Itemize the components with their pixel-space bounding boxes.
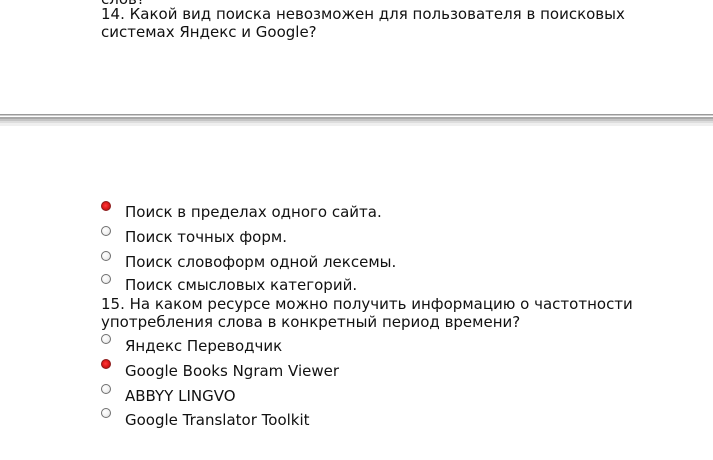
q14-option-2-label: Поиск точных форм.	[125, 228, 287, 246]
radio-button[interactable]	[101, 408, 111, 418]
q14-option-1-label: Поиск в пределах одного сайта.	[125, 203, 382, 221]
q15-option-3[interactable]: ABBYY LINGVO	[101, 384, 501, 405]
section-divider	[0, 114, 713, 126]
radio-button[interactable]	[101, 334, 111, 344]
radio-button[interactable]	[101, 226, 111, 236]
radio-button-selected[interactable]	[101, 359, 111, 369]
q15-option-1[interactable]: Яндекс Переводчик	[101, 334, 501, 355]
q15-option-4-label: Google Translator Toolkit	[125, 411, 310, 429]
q14-option-4[interactable]: Поиск смысловых категорий.	[101, 274, 501, 294]
question-15-text: 15. На каком ресурсе можно получить инфо…	[101, 295, 633, 331]
q15-option-4[interactable]: Google Translator Toolkit	[101, 408, 501, 429]
radio-button-selected[interactable]	[101, 201, 111, 211]
q15-option-1-label: Яндекс Переводчик	[125, 337, 283, 355]
radio-button[interactable]	[101, 274, 111, 284]
q14-option-3[interactable]: Поиск словоформ одной лексемы.	[101, 251, 501, 271]
q14-option-4-label: Поиск смысловых категорий.	[125, 276, 358, 294]
q15-option-2[interactable]: Google Books Ngram Viewer	[101, 359, 501, 380]
q14-option-2[interactable]: Поиск точных форм.	[101, 226, 501, 246]
radio-button[interactable]	[101, 251, 111, 261]
q15-option-3-label: ABBYY LINGVO	[125, 387, 236, 405]
q15-option-2-label: Google Books Ngram Viewer	[125, 362, 340, 380]
q14-option-1[interactable]: Поиск в пределах одного сайта.	[101, 201, 501, 221]
q14-option-3-label: Поиск словоформ одной лексемы.	[125, 253, 397, 271]
radio-button[interactable]	[101, 384, 111, 394]
question-14-text: 14. Какой вид поиска невозможен для поль…	[101, 5, 625, 41]
